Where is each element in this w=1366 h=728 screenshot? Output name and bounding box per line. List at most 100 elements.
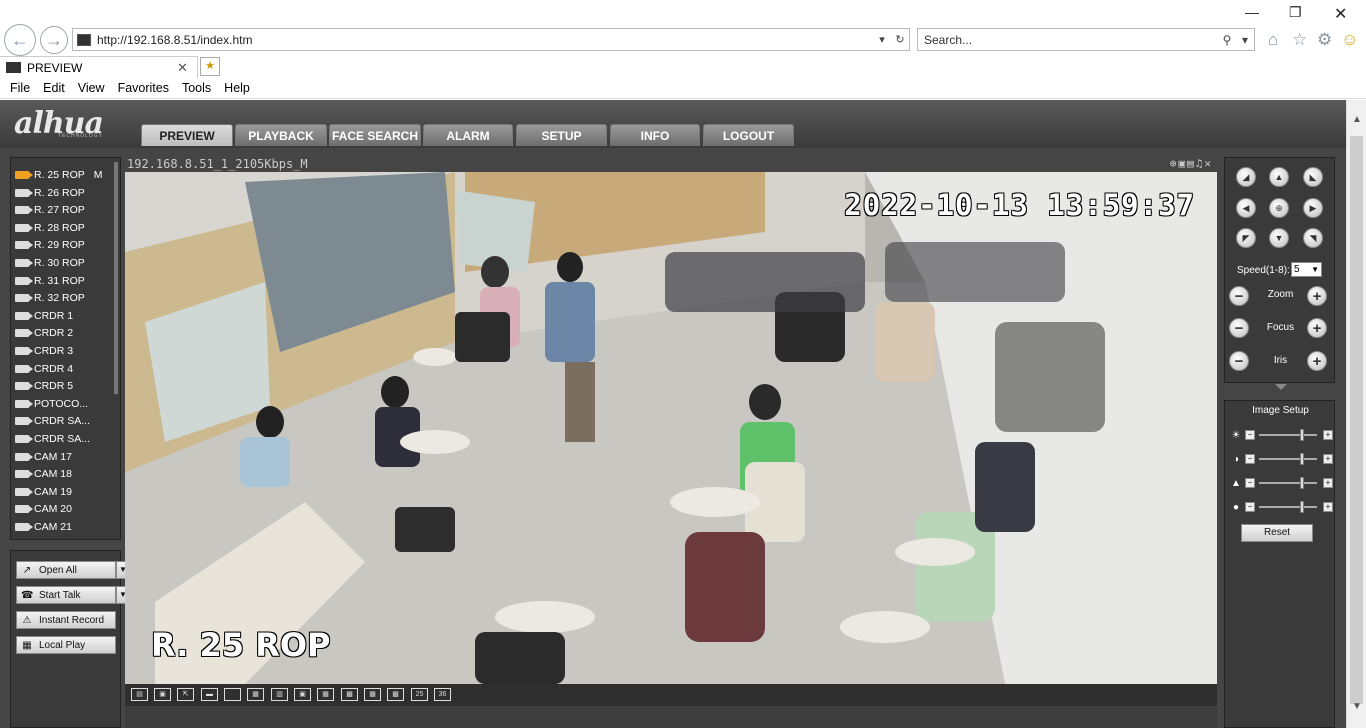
channel-item[interactable]: R. 30 ROP xyxy=(15,255,85,271)
slider-thumb[interactable] xyxy=(1299,429,1304,441)
slider-decrease-button[interactable]: − xyxy=(1245,502,1255,512)
search-icon[interactable]: ⚲ xyxy=(1218,33,1236,47)
channel-item[interactable]: POTOCO... xyxy=(15,396,88,412)
channel-item[interactable]: CRDR 1 xyxy=(15,308,73,324)
search-dropdown-icon[interactable]: ▾ xyxy=(1236,33,1254,47)
open-all-button[interactable]: ↗ Open All ▼ xyxy=(16,561,130,579)
close-window-icon[interactable]: ✕ xyxy=(1334,4,1347,24)
menu-file[interactable]: File xyxy=(10,81,30,95)
ptz-down-left-icon[interactable]: ◤ xyxy=(1236,228,1256,248)
channel-item[interactable]: R. 32 ROP xyxy=(15,290,85,306)
slider-decrease-button[interactable]: − xyxy=(1245,478,1255,488)
layout-wide-icon[interactable]: ▬ xyxy=(201,688,218,701)
slider-track[interactable] xyxy=(1259,429,1317,441)
tab-playback[interactable]: PLAYBACK xyxy=(235,124,327,146)
slider-track[interactable] xyxy=(1259,477,1317,489)
refresh-icon[interactable]: ↻ xyxy=(891,33,909,46)
channel-item[interactable]: R. 26 ROP xyxy=(15,185,85,201)
layout-4-icon[interactable]: ▦ xyxy=(247,688,264,701)
tab-preview[interactable]: PREVIEW xyxy=(141,124,233,146)
address-dropdown-icon[interactable]: ▾ xyxy=(873,33,891,46)
tab-setup[interactable]: SETUP xyxy=(516,124,607,146)
start-talk-button[interactable]: ☎ Start Talk ▼ xyxy=(16,586,130,604)
channel-item[interactable]: CRDR 5 xyxy=(15,378,73,394)
speed-select[interactable]: 5 ▼ xyxy=(1291,262,1322,277)
channel-list-scrollbar[interactable] xyxy=(114,162,118,394)
channel-item[interactable]: R. 25 ROP M xyxy=(15,167,103,183)
layout-13-icon[interactable]: ▩ xyxy=(341,688,358,701)
channel-item[interactable]: CAM 19 xyxy=(15,484,72,500)
close-video-icon[interactable]: ✕ xyxy=(1204,157,1213,170)
channel-item[interactable]: CRDR 2 xyxy=(15,325,73,341)
scroll-down-icon[interactable]: ▼ xyxy=(1352,701,1362,712)
slider-decrease-button[interactable]: − xyxy=(1245,430,1255,440)
channel-item[interactable]: CRDR 4 xyxy=(15,361,73,377)
slider-increase-button[interactable]: + xyxy=(1323,502,1333,512)
channel-item[interactable]: CAM 21 xyxy=(15,519,72,535)
search-box[interactable]: Search... ⚲ ▾ xyxy=(917,28,1255,51)
layout-16-icon[interactable]: ▦ xyxy=(364,688,381,701)
record-icon[interactable]: ▤ xyxy=(1187,157,1196,170)
new-tab-button[interactable]: ★ xyxy=(200,57,220,76)
layout-9-icon[interactable]: ▦ xyxy=(317,688,334,701)
menu-tools[interactable]: Tools xyxy=(182,81,211,95)
scroll-up-icon[interactable]: ▲ xyxy=(1352,114,1362,125)
slider-track[interactable] xyxy=(1259,501,1317,513)
layout-36-button[interactable]: 36 xyxy=(434,688,451,701)
tab-face-search[interactable]: FACE SEARCH xyxy=(329,124,421,146)
menu-favorites[interactable]: Favorites xyxy=(118,81,169,95)
slider-thumb[interactable] xyxy=(1299,477,1304,489)
layout-fullscreen-icon[interactable]: ▤ xyxy=(131,688,148,701)
ptz-left-icon[interactable]: ◀ xyxy=(1236,198,1256,218)
layout-ratio-icon[interactable]: ▣ xyxy=(154,688,171,701)
ptz-down-right-icon[interactable]: ◥ xyxy=(1303,228,1323,248)
ptz-collapse-icon[interactable] xyxy=(1275,384,1287,390)
forward-button[interactable]: → xyxy=(40,26,68,54)
slider-decrease-button[interactable]: − xyxy=(1245,454,1255,464)
feedback-smiley-icon[interactable]: ☺ xyxy=(1341,30,1358,50)
video-feed[interactable]: 2022-10-13 13:59:37 R. 25 ROP xyxy=(125,172,1217,684)
menu-edit[interactable]: Edit xyxy=(43,81,65,95)
focus-far-button[interactable]: + xyxy=(1307,318,1327,338)
channel-item[interactable]: R. 27 ROP xyxy=(15,202,85,218)
tab-alarm[interactable]: ALARM xyxy=(423,124,513,146)
back-button[interactable]: ← xyxy=(4,24,36,56)
tab-info[interactable]: INFO xyxy=(610,124,700,146)
tab-close-icon[interactable]: ✕ xyxy=(177,60,197,76)
minimize-icon[interactable]: — xyxy=(1245,4,1259,20)
reset-button[interactable]: Reset xyxy=(1241,524,1313,542)
slider-increase-button[interactable]: + xyxy=(1323,454,1333,464)
channel-item[interactable]: CAM 17 xyxy=(15,449,72,465)
ptz-right-icon[interactable]: ▶ xyxy=(1303,198,1323,218)
snapshot-icon[interactable]: ▣ xyxy=(1179,157,1188,170)
ptz-up-right-icon[interactable]: ◣ xyxy=(1303,167,1323,187)
slider-thumb[interactable] xyxy=(1299,453,1304,465)
ptz-down-icon[interactable]: ▼ xyxy=(1269,228,1289,248)
layout-6-icon[interactable]: ▥ xyxy=(271,688,288,701)
channel-item[interactable]: CAM 18 xyxy=(15,466,72,482)
zoom-in-button[interactable]: + xyxy=(1307,286,1327,306)
home-icon[interactable]: ⌂ xyxy=(1268,30,1278,50)
layout-fit-icon[interactable]: ⇱ xyxy=(177,688,194,701)
channel-item[interactable]: CRDR SA... xyxy=(15,431,90,447)
digital-zoom-icon[interactable]: ⊕ xyxy=(1170,157,1179,170)
menu-view[interactable]: View xyxy=(78,81,105,95)
channel-item[interactable]: CAM 20 xyxy=(15,501,72,517)
ptz-center-icon[interactable]: ⊕ xyxy=(1269,198,1289,218)
slider-thumb[interactable] xyxy=(1299,501,1304,513)
channel-item[interactable]: CRDR SA... xyxy=(15,413,90,429)
channel-item[interactable]: R. 28 ROP xyxy=(15,220,85,236)
menu-help[interactable]: Help xyxy=(224,81,250,95)
slider-increase-button[interactable]: + xyxy=(1323,430,1333,440)
page-scrollbar[interactable]: ▲ ▼ xyxy=(1346,100,1366,728)
settings-gear-icon[interactable]: ⚙ xyxy=(1317,30,1332,50)
channel-item[interactable]: CRDR 3 xyxy=(15,343,73,359)
tab-logout[interactable]: LOGOUT xyxy=(703,124,794,146)
layout-1-icon[interactable] xyxy=(224,688,241,701)
local-play-button[interactable]: ▦ Local Play xyxy=(16,636,116,654)
iris-open-button[interactable]: + xyxy=(1307,351,1327,371)
ptz-up-icon[interactable]: ▲ xyxy=(1269,167,1289,187)
ptz-up-left-icon[interactable]: ◢ xyxy=(1236,167,1256,187)
browser-tab-preview[interactable]: PREVIEW ✕ xyxy=(0,56,198,78)
channel-item[interactable]: R. 29 ROP xyxy=(15,237,85,253)
